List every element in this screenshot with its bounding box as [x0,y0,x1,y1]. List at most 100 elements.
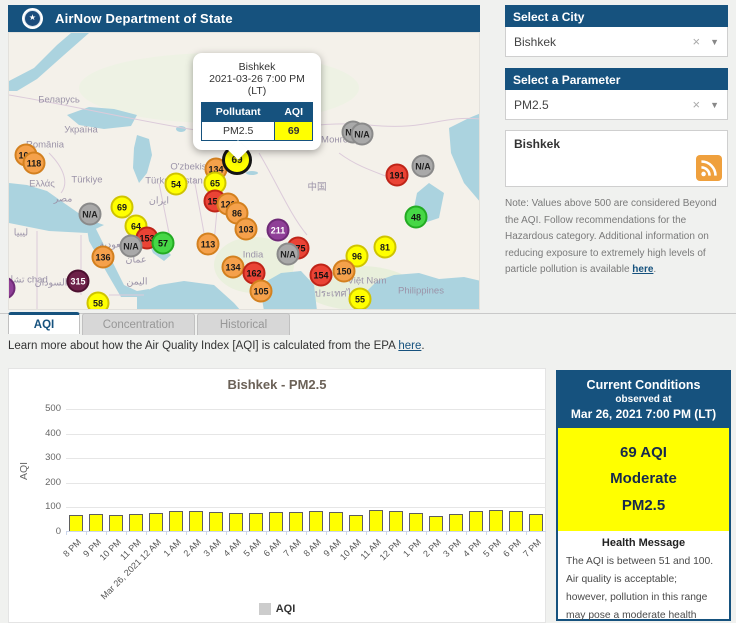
chart-bar[interactable] [409,513,423,531]
aqi-value: 69 AQI [620,444,667,461]
chart-bar[interactable] [329,512,343,531]
aqi-marker[interactable]: 118 [22,151,46,175]
clear-parameter-icon[interactable]: × [692,97,700,112]
aqi-marker[interactable]: N/A [119,234,143,258]
chart-bar[interactable] [269,512,283,531]
map-popup: Bishkek 2021-03-26 7:00 PM (LT) Pollutan… [193,53,321,150]
popup-city: Bishkek [238,61,276,73]
chart-bar[interactable] [289,511,303,531]
map-country-label: Türkiye [71,174,103,186]
chart-bar[interactable] [89,513,103,531]
chart-bar[interactable] [389,510,403,531]
aqi-marker[interactable]: 136 [91,245,115,269]
chevron-down-icon[interactable]: ▼ [710,37,719,47]
health-message-text: The AQI is between 51 and 100. Air quali… [566,555,714,621]
chart-bar[interactable] [429,515,443,531]
chart-plot-area [66,409,546,535]
aqi-pollutant: PM2.5 [621,496,666,514]
aqi-marker[interactable]: 103 [234,217,258,241]
y-axis-tick-label: 400 [45,427,61,439]
aqi-marker[interactable]: N/A [411,154,435,178]
chevron-down-icon[interactable]: ▼ [710,100,719,110]
aqi-marker[interactable]: N/A [78,202,102,226]
aqi-marker[interactable]: 48 [404,205,428,229]
city-panel-title: Select a City [505,5,728,27]
chart-bar[interactable] [529,514,543,531]
learn-more-here-link[interactable]: here [398,340,421,352]
aqi-marker[interactable]: 191 [385,163,409,187]
map[interactable]: Беларусь Україна România Ελλάς Türkiye O'zbek… [8,32,480,310]
y-axis-tick-label: 100 [45,501,61,513]
chart-bar[interactable] [149,512,163,531]
chart-bar[interactable] [469,510,483,531]
observed-datetime: Mar 26, 2021 7:00 PM (LT) [570,407,717,421]
aqi-marker[interactable]: 55 [348,287,372,309]
chart-bar[interactable] [189,511,203,531]
aqi-marker[interactable]: 58 [86,291,110,309]
current-conditions-header: Current Conditions observed at Mar 26, 2… [558,372,729,428]
aqi-marker[interactable]: 315 [66,269,90,293]
chart-bar[interactable] [249,512,263,531]
clear-city-icon[interactable]: × [692,34,700,49]
popup-aqi-value: 69 [274,121,313,141]
note-text-end: . [653,264,657,275]
aqi-marker[interactable]: 81 [373,235,397,259]
observed-at-label: observed at [615,394,672,405]
parameter-select[interactable]: PM2.5 × ▼ [505,90,728,120]
parameter-panel: Select a Parameter PM2.5 × ▼ [505,68,728,120]
aqi-marker[interactable]: 154 [309,263,333,287]
aqi-marker[interactable]: 211 [266,218,290,242]
health-message-block: Health Message The AQI is between 51 and… [558,531,729,623]
parameter-select-value: PM2.5 [514,97,549,112]
tab-historical[interactable]: Historical [197,313,290,335]
y-axis-tick-label: 200 [45,476,61,488]
chart-bar[interactable] [69,515,83,531]
map-country-label: India [242,249,264,261]
aqi-marker[interactable]: 105 [249,279,273,303]
gridline [66,409,546,410]
note-text-body: Note: Values above 500 are considered Be… [505,198,717,275]
aqi-marker[interactable]: 150 [332,259,356,283]
chart-bar[interactable] [169,511,183,531]
tab-bar: AQI Concentration Historical [8,312,292,335]
rss-icon[interactable] [696,155,722,181]
chart-bar[interactable] [449,514,463,531]
aqi-category: Moderate [610,470,677,488]
tab-concentration[interactable]: Concentration [82,313,195,335]
note-here-link[interactable]: here [632,264,653,275]
aqi-marker[interactable]: N/A [276,242,300,266]
chart-bar[interactable] [369,509,383,531]
popup-col-aqi: AQI [274,102,313,122]
chart-bar[interactable] [229,512,243,531]
chart-bar[interactable] [509,510,523,531]
state-department-seal-icon: ★ [22,8,43,29]
tab-aqi[interactable]: AQI [8,312,80,334]
chart-bar[interactable] [109,514,123,531]
learn-more-end: . [421,340,425,352]
aqi-chart: Bishkek - PM2.5 AQI 0 100 200 300 400 500 8 P… [8,368,546,623]
aqi-marker[interactable]: 113 [196,232,220,256]
popup-datetime: 2021-03-26 7:00 PM [209,73,305,85]
chart-bar[interactable] [489,510,503,531]
map-country-label: ليبيا [13,227,29,239]
chart-bar[interactable] [129,513,143,531]
popup-pollutant-value: PM2.5 [200,121,276,141]
current-conditions-title: Current Conditions [586,378,701,392]
aqi-marker[interactable]: N/A [350,122,374,146]
map-country-label: مصر [53,193,73,205]
learn-more-body: Learn more about how the Air Quality Ind… [8,340,399,352]
aqi-marker[interactable]: 57 [151,231,175,255]
y-axis-tick-label: 0 [55,526,61,537]
chart-legend[interactable]: AQI [9,603,545,615]
map-country-label: اليمن [126,276,148,288]
chart-bar[interactable] [309,510,323,531]
health-message-title: Health Message [601,536,686,549]
chart-bar[interactable] [209,512,223,531]
y-axis-tick-label: 300 [45,452,61,464]
map-country-label: 中国 [307,182,327,193]
app-header: ★ AirNow Department of State [8,5,480,32]
aqi-marker[interactable]: 54 [164,172,188,196]
city-select[interactable]: Bishkek × ▼ [505,27,728,57]
chart-bar[interactable] [349,514,363,531]
aqi-marker[interactable]: 134 [221,255,245,279]
